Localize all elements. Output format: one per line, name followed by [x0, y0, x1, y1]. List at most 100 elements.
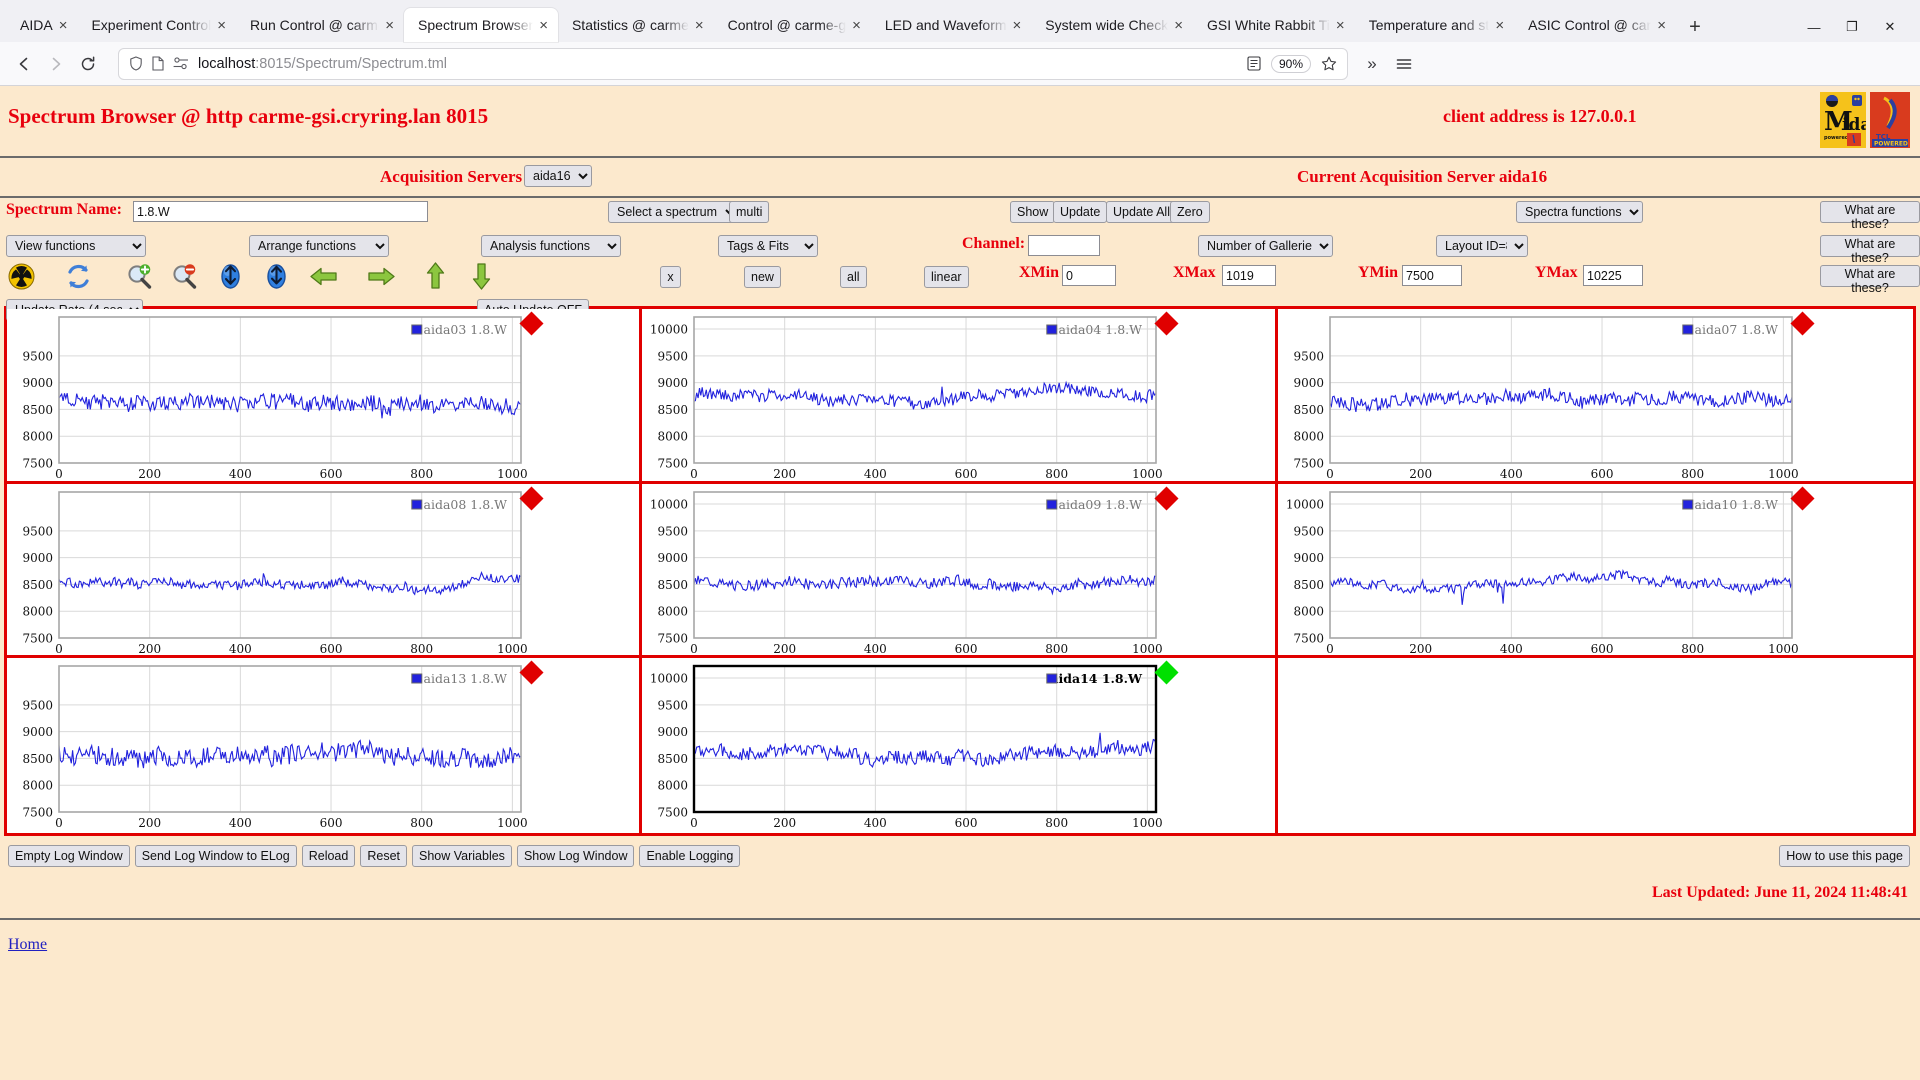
browser-tab[interactable]: Run Control @ carme × — [236, 8, 404, 42]
back-button[interactable] — [8, 48, 40, 80]
browser-tab[interactable]: Statistics @ carme × — [558, 8, 714, 42]
all-button[interactable]: all — [840, 266, 867, 288]
browser-tab[interactable]: Spectrum Browser × — [404, 8, 558, 42]
maximize-button[interactable]: ❐ — [1834, 12, 1870, 42]
spectrum-plot[interactable]: 7500 8000 8500 9000 9500 10000 0 200 400 600 800 10… — [642, 484, 1162, 659]
spectrum-plot[interactable]: 7500 8000 8500 9000 9500 0 200 400 600 800 1000 aid… — [7, 658, 527, 833]
tab-close-icon[interactable]: × — [852, 18, 861, 33]
tab-close-icon[interactable]: × — [1336, 18, 1345, 33]
footer-button[interactable]: Show Log Window — [516, 845, 635, 867]
tab-close-icon[interactable]: × — [539, 18, 548, 33]
zoom-level-badge[interactable]: 90% — [1270, 54, 1311, 73]
tab-close-icon[interactable]: × — [1013, 18, 1022, 33]
ymin-input[interactable] — [1402, 265, 1462, 286]
arrow-right-icon[interactable] — [366, 261, 396, 291]
browser-tab[interactable]: Control @ carme-g × — [714, 8, 871, 42]
browser-tab[interactable]: Temperature and st × — [1355, 8, 1514, 42]
xmax-input[interactable] — [1222, 265, 1276, 286]
footer-button[interactable]: Reset — [360, 845, 407, 867]
view-functions-dropdown[interactable]: View functions — [6, 235, 146, 257]
zoom-in-icon[interactable] — [124, 261, 154, 291]
acquisition-server-select[interactable]: aida16 — [524, 165, 592, 187]
spectrum-plot[interactable]: 7500 8000 8500 9000 9500 0 200 400 600 800 1000 aid… — [1278, 309, 1798, 484]
browser-tab[interactable]: AIDA × — [6, 8, 77, 42]
spectra-functions-dropdown[interactable]: Spectra functions — [1516, 201, 1643, 223]
forward-button[interactable] — [40, 48, 72, 80]
home-link[interactable]: Home — [8, 936, 47, 953]
spectrum-name-input[interactable] — [133, 201, 428, 222]
footer-button[interactable]: Reload — [301, 845, 356, 867]
radiation-icon[interactable] — [6, 261, 36, 291]
footer-button[interactable]: Show Variables — [412, 845, 512, 867]
arrow-up-icon[interactable] — [420, 261, 450, 291]
zoom-out-icon[interactable] — [169, 261, 199, 291]
hamburger-menu-icon[interactable] — [1388, 48, 1420, 80]
what-are-these-button-2[interactable]: What are these? — [1820, 235, 1920, 265]
arrow-down-icon[interactable] — [466, 261, 496, 291]
spectrum-plot[interactable]: 7500 8000 8500 9000 9500 10000 0 200 400 600 800 10… — [642, 658, 1162, 833]
gallery-cell[interactable]: 7500 8000 8500 9000 9500 10000 0 200 400 600 800 10… — [1277, 483, 1913, 659]
gallery-cell[interactable]: 7500 8000 8500 9000 9500 0 200 400 600 800 1000 aid… — [7, 658, 643, 833]
star-icon[interactable] — [1321, 56, 1337, 71]
number-of-galleries-dropdown[interactable]: Number of Galleries — [1198, 235, 1333, 257]
gallery-cell[interactable]: 7500 8000 8500 9000 9500 10000 0 200 400 600 800 10… — [642, 309, 1278, 484]
footer-button[interactable]: Enable Logging — [639, 845, 741, 867]
expand-vertical-icon[interactable] — [215, 261, 245, 291]
tab-close-icon[interactable]: × — [385, 18, 394, 33]
tags-and-fits-dropdown[interactable]: Tags & Fits — [718, 235, 818, 257]
new-button[interactable]: new — [744, 266, 781, 288]
multi-button[interactable]: multi — [729, 201, 770, 223]
spectrum-plot[interactable]: 7500 8000 8500 9000 9500 0 200 400 600 800 1000 aid… — [7, 484, 527, 659]
close-window-button[interactable]: ✕ — [1872, 12, 1908, 42]
browser-tab[interactable]: GSI White Rabbit Ti × — [1193, 8, 1355, 42]
how-to-use-button[interactable]: How to use this page — [1779, 845, 1910, 867]
update-button[interactable]: Update — [1053, 201, 1108, 223]
spectrum-plot[interactable]: 7500 8000 8500 9000 9500 10000 0 200 400 600 800 10… — [642, 309, 1162, 484]
zero-button[interactable]: Zero — [1170, 201, 1210, 223]
tab-close-icon[interactable]: × — [217, 18, 226, 33]
tab-close-icon[interactable]: × — [1657, 18, 1666, 33]
update-all-button[interactable]: Update All — [1106, 201, 1177, 223]
footer-button[interactable]: Empty Log Window — [8, 845, 130, 867]
ymax-input[interactable] — [1583, 265, 1643, 286]
gallery-cell[interactable]: 7500 8000 8500 9000 9500 0 200 400 600 800 1000 aid… — [7, 309, 643, 484]
arrow-left-icon[interactable] — [309, 261, 339, 291]
browser-tab[interactable]: ASIC Control @ car × — [1514, 8, 1676, 42]
gallery-cell[interactable]: 7500 8000 8500 9000 9500 10000 0 200 400 600 800 10… — [642, 658, 1278, 833]
gallery-cell[interactable]: 7500 8000 8500 9000 9500 0 200 400 600 800 1000 aid… — [7, 483, 643, 659]
what-are-these-button-3[interactable]: What are these? — [1820, 265, 1920, 295]
gallery-cell[interactable]: 7500 8000 8500 9000 9500 10000 0 200 400 600 800 10… — [642, 483, 1278, 659]
select-spectrum-dropdown[interactable]: Select a spectrum — [608, 201, 739, 223]
tab-close-icon[interactable]: × — [1174, 18, 1183, 33]
address-bar[interactable]: localhost:8015/Spectrum/Spectrum.tml 90% — [118, 47, 1348, 80]
tab-close-icon[interactable]: × — [59, 18, 68, 33]
browser-navigation-bar: localhost:8015/Spectrum/Spectrum.tml 90%… — [0, 42, 1920, 86]
permissions-icon[interactable] — [173, 57, 189, 70]
x-button[interactable]: x — [660, 266, 681, 288]
arrange-functions-dropdown[interactable]: Arrange functions — [249, 235, 389, 257]
refresh-icon[interactable] — [63, 261, 93, 291]
reader-mode-icon[interactable] — [1247, 56, 1261, 71]
layout-id-dropdown[interactable]: Layout ID=8 — [1436, 235, 1528, 257]
overflow-button[interactable]: » — [1356, 48, 1388, 80]
collapse-vertical-icon[interactable] — [261, 261, 291, 291]
browser-tab[interactable]: LED and Waveform × — [871, 8, 1031, 42]
gallery-cell[interactable]: 7500 8000 8500 9000 9500 0 200 400 600 800 1000 aid… — [1277, 309, 1913, 484]
tab-close-icon[interactable]: × — [695, 18, 704, 33]
browser-tab[interactable]: System wide Check × — [1031, 8, 1193, 42]
analysis-functions-dropdown[interactable]: Analysis functions — [481, 235, 621, 257]
show-button[interactable]: Show — [1010, 201, 1056, 223]
what-are-these-button-1[interactable]: What are these? — [1820, 201, 1920, 231]
linear-button[interactable]: linear — [924, 266, 969, 288]
y-tick-label: 9000 — [22, 376, 53, 390]
new-tab-button[interactable]: + — [1680, 12, 1710, 42]
channel-input[interactable] — [1028, 235, 1100, 256]
footer-button[interactable]: Send Log Window to ELog — [134, 845, 297, 867]
xmin-input[interactable] — [1062, 265, 1116, 286]
tab-close-icon[interactable]: × — [1495, 18, 1504, 33]
spectrum-plot[interactable]: 7500 8000 8500 9000 9500 10000 0 200 400 600 800 10… — [1278, 484, 1798, 659]
reload-button[interactable] — [72, 48, 104, 80]
browser-tab[interactable]: Experiment Control × — [77, 8, 236, 42]
spectrum-plot[interactable]: 7500 8000 8500 9000 9500 0 200 400 600 800 1000 aid… — [7, 309, 527, 484]
minimize-button[interactable]: — — [1796, 12, 1832, 42]
